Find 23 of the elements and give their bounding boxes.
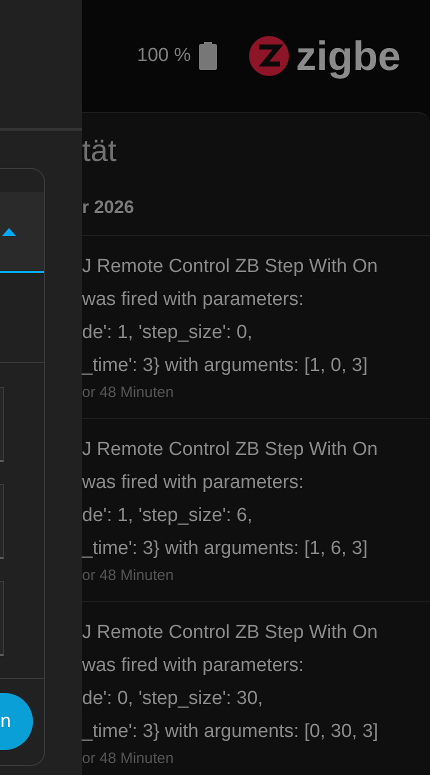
event-text: _time': 3} with arguments: [1, 0, 3] xyxy=(82,354,369,378)
event-text: de': 1, 'step_size': 6, xyxy=(82,504,254,528)
event-text: was fired with parameters: xyxy=(82,471,305,495)
event-time: or 48 Minuten xyxy=(82,566,175,586)
event-text: de': 1, 'step_size': 0, xyxy=(82,321,254,345)
event-text: J Remote Control ZB Step With On xyxy=(82,621,379,645)
logo-text: zigbe xyxy=(296,32,401,80)
event-text: _time': 3} with arguments: [1, 6, 3] xyxy=(82,537,369,561)
event-text: de': 0, 'step_size': 30, xyxy=(82,687,264,711)
battery-level: 100 % xyxy=(137,45,191,67)
date-heading: r 2026 xyxy=(82,197,430,236)
card-title: tät xyxy=(82,133,118,170)
event-time: or 48 Minuten xyxy=(82,383,175,403)
event-text: J Remote Control ZB Step With On xyxy=(82,255,379,279)
logo-icon xyxy=(248,36,289,76)
event-time: or 48 Minuten xyxy=(82,749,175,769)
battery-icon xyxy=(198,42,217,70)
select-field[interactable] xyxy=(0,192,44,273)
event-text: J Remote Control ZB Step With On xyxy=(82,438,379,462)
event-text: was fired with parameters: xyxy=(82,654,305,678)
event-text: was fired with parameters: xyxy=(82,288,305,312)
submit-button[interactable]: n xyxy=(0,693,33,750)
event-text: _time': 3} with arguments: [0, 30, 3] xyxy=(82,720,380,744)
